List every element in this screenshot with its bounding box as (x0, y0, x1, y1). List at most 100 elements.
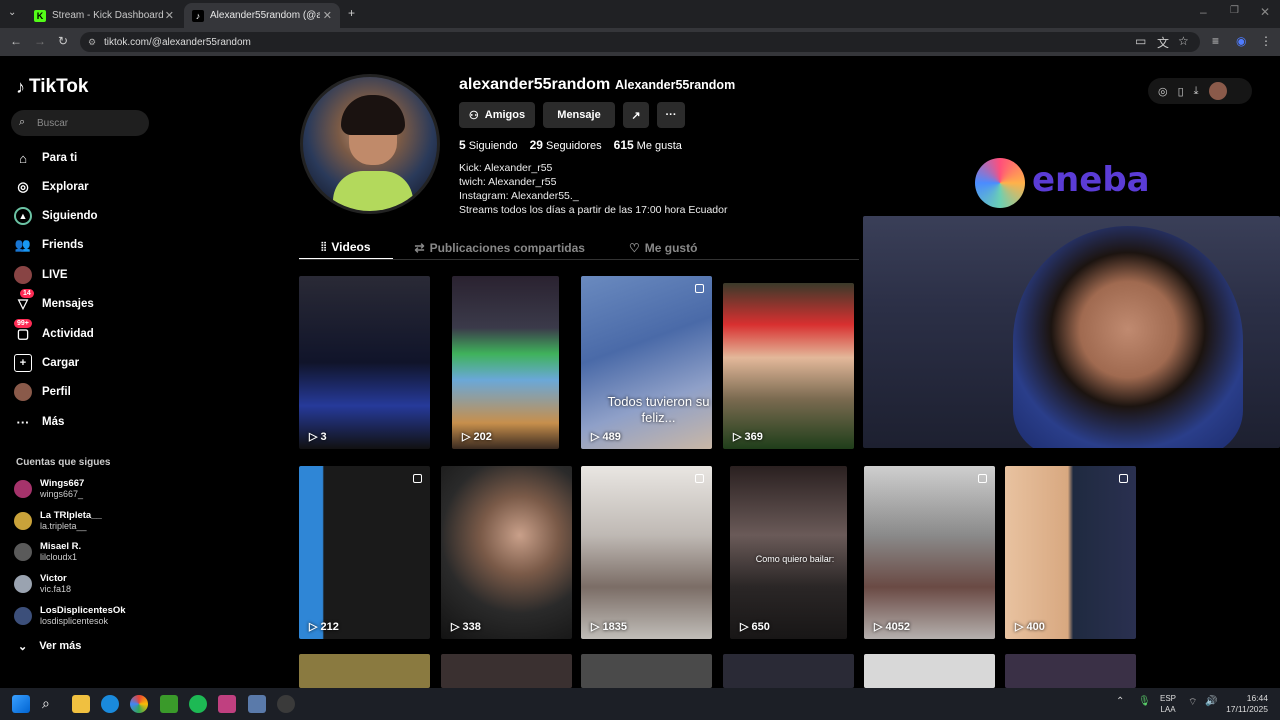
sidebar-item-para-ti[interactable]: ⌂ Para ti (14, 146, 77, 170)
sidebar-item-mas[interactable]: ··· Más (14, 410, 65, 434)
following-account[interactable]: Misael R. lilcloudx1 (14, 539, 81, 565)
sidebar-item-perfil[interactable]: Perfil (14, 380, 71, 404)
minimize-icon[interactable]: – (1200, 5, 1207, 19)
messages-badge: 14 (20, 289, 34, 298)
volume-icon[interactable]: 🔊 (1205, 696, 1217, 707)
profile-main: alexander55random Alexander55random ⚇ Am… (160, 58, 1280, 688)
carousel-icon (413, 474, 422, 483)
view-count: ▷ 1835 (591, 620, 627, 634)
avatar[interactable] (1208, 82, 1227, 100)
cast-icon[interactable]: ▭ (1135, 34, 1146, 48)
close-tab-icon[interactable]: ✕ (165, 9, 174, 22)
maximize-icon[interactable]: ❐ (1230, 5, 1239, 16)
spotify-icon[interactable] (189, 695, 207, 713)
window-close-icon[interactable]: ✕ (1260, 5, 1270, 19)
tab-search-icon[interactable]: ⌄ (8, 7, 16, 18)
sidebar-item-actividad[interactable]: ▢ 99+ Actividad (14, 319, 94, 346)
brand-name: TikTok (29, 76, 89, 97)
video-thumbnail[interactable] (581, 654, 712, 688)
bio-line: twich: Alexander_r55 (459, 176, 557, 188)
reload-icon[interactable]: ↻ (58, 34, 68, 48)
sidebar-item-label: Más (42, 416, 65, 428)
sidebar-item-friends[interactable]: 👥 Friends (14, 233, 84, 257)
video-thumbnail[interactable]: ▷ 202 (452, 276, 559, 449)
browser-menu-icon[interactable]: ⋮ (1260, 34, 1272, 48)
video-thumbnail[interactable]: Como quiero bailar: ▷ 650 (730, 466, 847, 639)
clock[interactable]: 16:44 17/11/2025 (1226, 693, 1268, 715)
obs-icon[interactable] (277, 695, 295, 713)
tab-reposts[interactable]: ⇄ Publicaciones compartidas (393, 236, 607, 260)
followers-count[interactable]: 29 Seguidores (530, 138, 602, 152)
following-count[interactable]: 5 Siguiendo (459, 138, 518, 152)
sidebar-item-mensajes[interactable]: ▽ 14 Mensajes (14, 289, 94, 316)
following-account[interactable]: La TRIpleta__ la.tripleta__ (14, 508, 102, 534)
video-thumbnail[interactable] (441, 654, 572, 688)
sidebar: ♪ TikTok ⌕ Buscar ⌂ Para ti ◎ Explorar ▲… (0, 58, 160, 688)
tiktok-logo[interactable]: ♪ TikTok (16, 76, 88, 98)
compass-small-icon[interactable]: ◎ (1158, 85, 1168, 98)
video-thumbnail[interactable]: ▷ 400 (1005, 466, 1136, 639)
user-icon: ⚇ (468, 109, 479, 122)
tab-liked[interactable]: ♡ Me gustó (607, 236, 719, 260)
share-icon[interactable]: ↗ (623, 102, 649, 128)
following-account[interactable]: Victor vic.fa18 (14, 571, 71, 597)
video-thumbnail[interactable]: ▷ 369 (723, 283, 854, 449)
app-icon[interactable] (218, 695, 236, 713)
search-input[interactable]: ⌕ Buscar (11, 110, 149, 136)
video-thumbnail[interactable]: ▷ 4052 (864, 466, 995, 639)
play-icon: ▷ (591, 431, 600, 443)
see-more-button[interactable]: ⌄ Ver más (18, 640, 81, 653)
forward-icon[interactable]: → (34, 34, 46, 48)
browser-tab-kick[interactable]: K Stream - Kick Dashboard ✕ (26, 3, 182, 28)
extension-icon[interactable]: ◉ (1236, 34, 1246, 48)
streamer-webcam (1013, 226, 1243, 448)
video-thumbnail[interactable]: ▷ 212 (299, 466, 430, 639)
video-thumbnail[interactable]: ▷ 338 (441, 466, 572, 639)
tab-videos[interactable]: ⦙⦙ Videos (299, 236, 393, 260)
windows-start-icon[interactable] (12, 695, 30, 713)
avatar (14, 543, 32, 561)
browser-tab-tiktok[interactable]: ♪ Alexander55random (@alexander55random)… (184, 3, 340, 28)
file-explorer-icon[interactable] (72, 695, 90, 713)
phone-icon[interactable]: ▯ (1178, 85, 1184, 98)
reading-list-icon[interactable]: ≡ (1212, 34, 1219, 48)
sidebar-item-cargar[interactable]: + Cargar (14, 351, 79, 375)
address-bar[interactable]: ⚙ tiktok.com/@alexander55random (80, 32, 1200, 52)
chrome-icon[interactable] (130, 695, 148, 713)
app-icon[interactable] (248, 695, 266, 713)
sidebar-item-siguiendo[interactable]: ▲ Siguiendo (14, 204, 98, 228)
message-button[interactable]: Mensaje (543, 102, 615, 128)
sidebar-item-explorar[interactable]: ◎ Explorar (14, 175, 88, 199)
avatar (14, 512, 32, 530)
site-info-icon[interactable]: ⚙ (88, 37, 96, 48)
video-thumbnail[interactable]: ▷ 1835 (581, 466, 712, 639)
video-thumbnail[interactable] (1005, 654, 1136, 688)
following-account[interactable]: LosDisplicentesOk losdisplicentesok (14, 603, 126, 629)
video-thumbnail[interactable]: ▷ 3 (299, 276, 430, 449)
close-tab-icon[interactable]: ✕ (323, 9, 332, 22)
wifi-icon[interactable]: ⌔ (1188, 696, 1197, 709)
search-icon: ⌕ (19, 116, 26, 128)
microphone-icon[interactable]: 🎙 (1138, 696, 1151, 707)
video-thumbnail[interactable] (723, 654, 854, 688)
webcam-overlay (863, 216, 1280, 448)
back-icon[interactable]: ← (10, 34, 22, 48)
download-icon[interactable]: ⤓ (1194, 85, 1199, 98)
likes-count: 615 Me gusta (613, 138, 682, 152)
sidebar-item-live[interactable]: LIVE (14, 263, 68, 287)
profile-avatar[interactable] (300, 74, 440, 214)
more-options-icon[interactable]: ··· (657, 102, 685, 128)
video-thumbnail[interactable] (864, 654, 995, 688)
xbox-icon[interactable] (160, 695, 178, 713)
friends-button[interactable]: ⚇ Amigos (459, 102, 535, 128)
following-account[interactable]: Wings667 wings667_ (14, 476, 84, 502)
video-thumbnail[interactable] (299, 654, 430, 688)
language-indicator[interactable]: ESP LAA (1160, 693, 1176, 715)
video-thumbnail[interactable]: Todos tuvieron su feliz... ▷ 489 (581, 276, 712, 449)
translate-icon[interactable]: ⽂ (1157, 34, 1169, 51)
taskbar-search-icon[interactable]: ⌕ (42, 695, 60, 713)
new-tab-button[interactable]: + (348, 6, 355, 20)
chevron-up-icon[interactable]: ⌃ (1116, 696, 1124, 707)
bookmark-star-icon[interactable]: ☆ (1178, 34, 1189, 48)
edge-icon[interactable] (101, 695, 119, 713)
